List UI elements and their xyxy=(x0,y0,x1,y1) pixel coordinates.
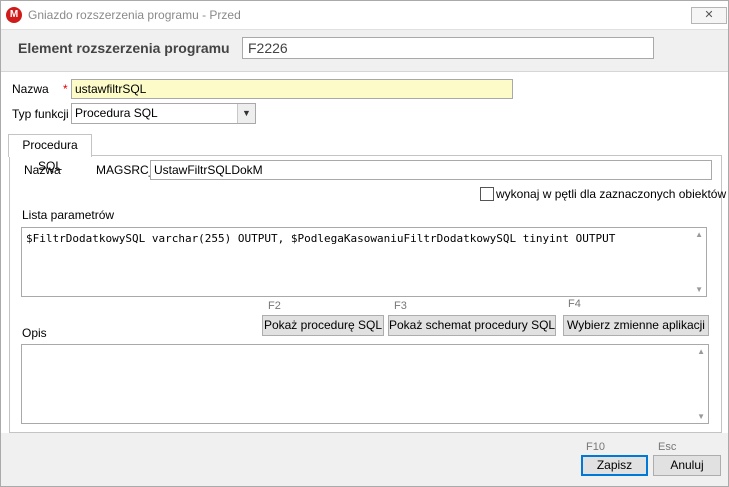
f10-key-hint: F10 xyxy=(586,441,605,453)
loop-checkbox-label: wykonaj w pętli dla zaznaczonych obiektó… xyxy=(496,187,727,201)
nazwa-input[interactable]: ustawfiltrSQL xyxy=(71,79,513,99)
header-title: Element rozszerzenia programu xyxy=(18,40,230,56)
close-button[interactable]: ✕ xyxy=(691,7,727,24)
dialog-window: M Gniazdo rozszerzenia programu - Przed … xyxy=(0,0,729,487)
show-schema-button[interactable]: Pokaż schemat procedury SQL xyxy=(388,315,556,336)
typ-funkcji-value: Procedura SQL xyxy=(75,106,158,120)
save-button[interactable]: Zapisz xyxy=(581,455,648,476)
opis-label: Opis xyxy=(22,326,47,340)
procedure-name-input[interactable]: UstawFiltrSQLDokM xyxy=(150,160,712,180)
required-marker: * xyxy=(63,82,68,96)
nazwa-label: Nazwa xyxy=(12,82,49,96)
chevron-down-icon[interactable]: ▼ xyxy=(237,104,255,123)
opis-textarea[interactable]: ▲ ▼ xyxy=(21,344,709,424)
f4-key-hint: F4 xyxy=(568,298,581,310)
typ-funkcji-select[interactable]: Procedura SQL ▼ xyxy=(71,103,256,124)
element-code-field[interactable]: F2226 xyxy=(242,37,654,59)
typ-funkcji-label: Typ funkcji xyxy=(12,107,69,121)
opis-scroll-up-icon[interactable]: ▲ xyxy=(697,347,705,356)
show-procedure-button[interactable]: Pokaż procedurę SQL xyxy=(262,315,384,336)
tab-procedura-sql[interactable]: Procedura SQL xyxy=(8,134,92,173)
params-label: Lista parametrów xyxy=(22,208,115,222)
f2-key-hint: F2 xyxy=(268,300,281,312)
loop-checkbox[interactable] xyxy=(480,187,494,201)
cancel-button[interactable]: Anuluj xyxy=(653,455,721,476)
window-title: Gniazdo rozszerzenia programu - Przed xyxy=(28,8,241,22)
params-textarea[interactable]: $FiltrDodatkowySQL varchar(255) OUTPUT, … xyxy=(21,227,707,297)
f3-key-hint: F3 xyxy=(394,300,407,312)
opis-scroll-down-icon[interactable]: ▼ xyxy=(697,412,705,421)
scroll-up-icon[interactable]: ▲ xyxy=(695,230,703,239)
title-bar: M Gniazdo rozszerzenia programu - Przed … xyxy=(1,1,728,30)
app-logo-icon: M xyxy=(6,7,22,23)
scroll-down-icon[interactable]: ▼ xyxy=(695,285,703,294)
header-band: Element rozszerzenia programu F2226 xyxy=(1,30,728,72)
esc-key-hint: Esc xyxy=(658,441,677,453)
select-variables-button[interactable]: Wybierz zmienne aplikacji xyxy=(563,315,709,336)
procedure-prefix: MAGSRC_ xyxy=(96,163,156,177)
params-value: $FiltrDodatkowySQL varchar(255) OUTPUT, … xyxy=(26,232,616,245)
